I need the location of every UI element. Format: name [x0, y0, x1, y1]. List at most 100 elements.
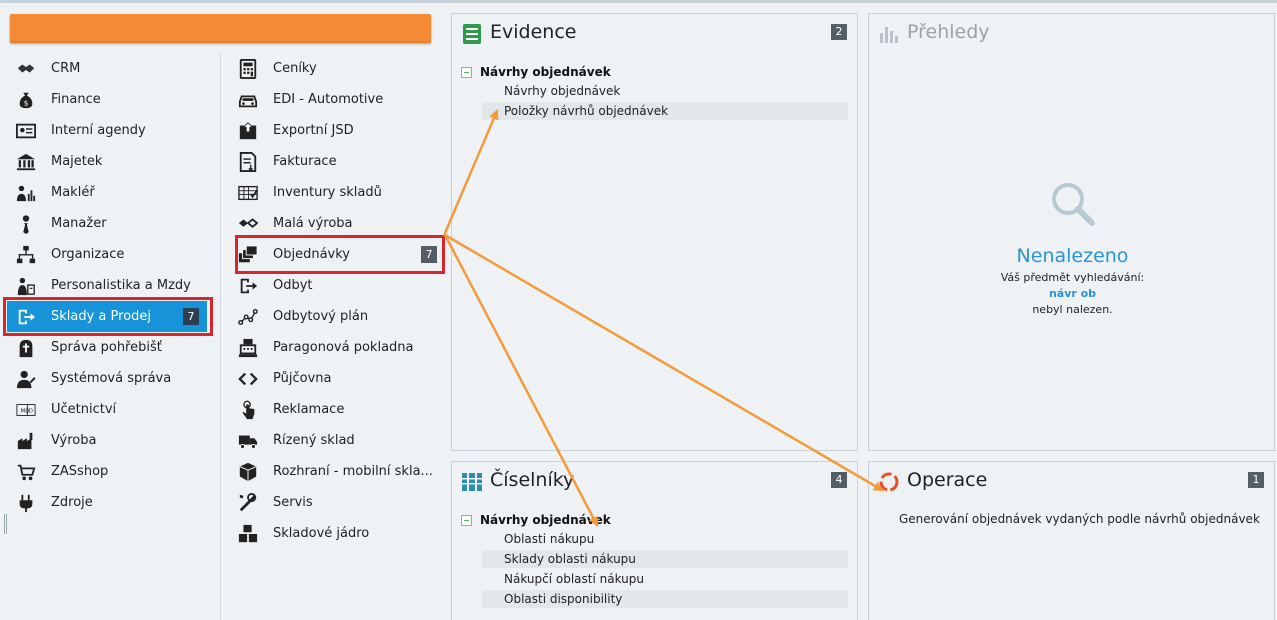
tree-item[interactable]: Oblasti disponibility	[482, 590, 848, 608]
calculator-icon	[237, 58, 259, 80]
boxes-icon	[237, 523, 259, 545]
nav-item-cen-ky[interactable]: Ceníky	[237, 53, 447, 84]
invoice-icon	[237, 151, 259, 173]
nav-item-finance[interactable]: $ Finance	[15, 84, 210, 115]
nav-item-reklamace[interactable]: Reklamace	[237, 394, 447, 425]
nav-item-label: Majetek	[51, 154, 103, 169]
panel-title: Operace	[907, 469, 988, 491]
tree-group[interactable]: Návrhy objednávek	[461, 65, 611, 79]
nav-item-spr-va-poh-ebi[interactable]: Správa pohřebišť	[15, 332, 210, 363]
nav-item-label: Rozhraní - mobilní skla...	[273, 464, 433, 479]
shop-cart-icon	[15, 461, 37, 483]
factory-icon	[15, 430, 37, 452]
not-found-line1: Váš předmět vyhledávání:	[1000, 271, 1145, 284]
tree-item[interactable]: Nákupčí oblastí nákupu	[482, 570, 848, 588]
nav-item-label: Manažer	[51, 216, 107, 231]
nav-item-exportn-jsd[interactable]: Exportní JSD	[237, 115, 447, 146]
not-found-title: Nenalezeno	[1016, 245, 1129, 267]
nav-item-label: Skladové jádro	[273, 526, 370, 541]
tree-group-label: Návrhy objednávek	[480, 65, 611, 79]
nav-item-etnictv[interactable]: MD D Účetnictví	[15, 394, 210, 425]
nav-item-zen-sklad[interactable]: Řízený sklad	[237, 425, 447, 456]
nav-item-objedn-vky[interactable]: Objednávky 7	[237, 239, 447, 270]
nav-item-syst-mov-spr-va[interactable]: Systémová správa	[15, 363, 210, 394]
nav-item-label: Reklamace	[273, 402, 345, 417]
nav-item-intern-agendy[interactable]: Interní agendy	[15, 115, 210, 146]
nav-item-personalistika-a-mzdy[interactable]: Personalistika a Mzdy	[15, 270, 210, 301]
nav-item-label: Odbytový plán	[273, 309, 369, 324]
nav-item-label: Exportní JSD	[273, 123, 354, 138]
nav-item-edi-automotive[interactable]: EDI - Automotive	[237, 84, 447, 115]
nav-item-servis[interactable]: Servis	[237, 487, 447, 518]
inventory-checklist-icon	[237, 182, 259, 204]
nav-item-odbyt[interactable]: Odbyt	[237, 270, 447, 301]
nav-item-fakturace[interactable]: Fakturace	[237, 146, 447, 177]
org-chart-icon	[15, 244, 37, 266]
nav-item-organizace[interactable]: Organizace	[15, 239, 210, 270]
tree-item[interactable]: Položky návrhů objednávek	[482, 102, 848, 120]
nav-item-skladov-j-dro[interactable]: Skladové jádro	[237, 518, 447, 549]
nav-item-crm[interactable]: CRM	[15, 53, 210, 84]
collapse-minus-icon[interactable]	[461, 514, 472, 526]
tree-item[interactable]: Návrhy objednávek	[482, 82, 848, 100]
nav-item-inventury-sklad[interactable]: Inventury skladů	[237, 177, 447, 208]
nav-item-makl[interactable]: Makléř	[15, 177, 210, 208]
tree-item[interactable]: Sklady oblasti nákupu	[482, 550, 848, 568]
nav-item-label: EDI - Automotive	[273, 92, 384, 107]
admin-user-icon	[15, 368, 37, 390]
nav-item-zasshop[interactable]: ZASshop	[15, 456, 210, 487]
nav-item-label: Servis	[273, 495, 313, 510]
small-production-icon	[237, 213, 259, 235]
count-badge: 1	[1248, 472, 1264, 488]
nav-item-mal-v-roba[interactable]: Malá výroba	[237, 208, 447, 239]
submodule-list: Ceníky EDI - Automotive Exportní JSD Faktur…	[222, 52, 448, 620]
nav-item-zdroje[interactable]: Zdroje	[15, 487, 210, 518]
broker-chart-icon	[15, 182, 37, 204]
panel-title: Evidence	[490, 21, 577, 43]
handshake-icon	[15, 58, 37, 80]
not-found-line2: nebyl nalezen.	[1032, 303, 1113, 316]
count-badge: 2	[831, 24, 847, 40]
plan-graph-icon	[237, 306, 259, 328]
nav-item-label: Účetnictví	[51, 402, 117, 417]
resize-grip[interactable]	[4, 514, 7, 534]
nav-item-mana-er[interactable]: Manažer	[15, 208, 210, 239]
personnel-icon	[15, 275, 37, 297]
tree-group-label: Návrhy objednávek	[480, 513, 611, 527]
count-badge: 7	[183, 308, 199, 325]
evidence-list-icon	[461, 23, 483, 45]
nav-item-label: Odbyt	[273, 278, 313, 293]
collapse-minus-icon[interactable]	[461, 66, 472, 78]
grave-cross-icon	[15, 337, 37, 359]
nav-item-label: Makléř	[51, 185, 95, 200]
bank-building-icon	[15, 151, 37, 173]
nav-item-p-j-ovna[interactable]: Půjčovna	[237, 363, 447, 394]
nav-item-label: Řízený sklad	[273, 433, 355, 448]
panel-evidence: Evidence 2 Návrhy objednávek Návrhy obje…	[451, 13, 858, 451]
tree-group[interactable]: Návrhy objednávek	[461, 513, 611, 527]
tree-item[interactable]: Oblasti nákupu	[482, 530, 848, 548]
nav-item-odbytov-pl-n[interactable]: Odbytový plán	[237, 301, 447, 332]
operation-item[interactable]: Generování objednávek vydaných podle náv…	[899, 512, 1260, 526]
nav-item-majetek[interactable]: Majetek	[15, 146, 210, 177]
nav-item-v-roba[interactable]: Výroba	[15, 425, 210, 456]
search-term: návr ob	[1048, 287, 1097, 300]
nav-item-label: Finance	[51, 92, 101, 107]
search-input[interactable]	[10, 14, 431, 43]
nav-item-label: Malá výroba	[273, 216, 353, 231]
power-plug-icon	[15, 492, 37, 514]
nav-item-paragonov-pokladna[interactable]: Paragonová pokladna	[237, 332, 447, 363]
not-found-message: Nenalezeno Váš předmět vyhledávání: návr…	[869, 179, 1276, 318]
nav-item-label: Sklady a Prodej	[51, 309, 152, 324]
id-card-icon	[15, 120, 37, 142]
nav-item-rozhran-mobiln-skla[interactable]: Rozhraní - mobilní skla...	[237, 456, 447, 487]
nav-item-label: Fakturace	[273, 154, 337, 169]
nav-item-label: Systémová správa	[51, 371, 172, 386]
orders-stack-icon	[237, 244, 259, 266]
nav-item-sklady-a-prodej[interactable]: Sklady a Prodej 7	[7, 301, 207, 332]
panel-title: Přehledy	[907, 21, 990, 43]
nav-item-label: Inventury skladů	[273, 185, 382, 200]
accounting-md-icon: MD D	[15, 399, 37, 421]
count-badge: 4	[831, 472, 847, 488]
panel-operace: Operace 1 Generování objednávek vydaných…	[868, 461, 1275, 620]
